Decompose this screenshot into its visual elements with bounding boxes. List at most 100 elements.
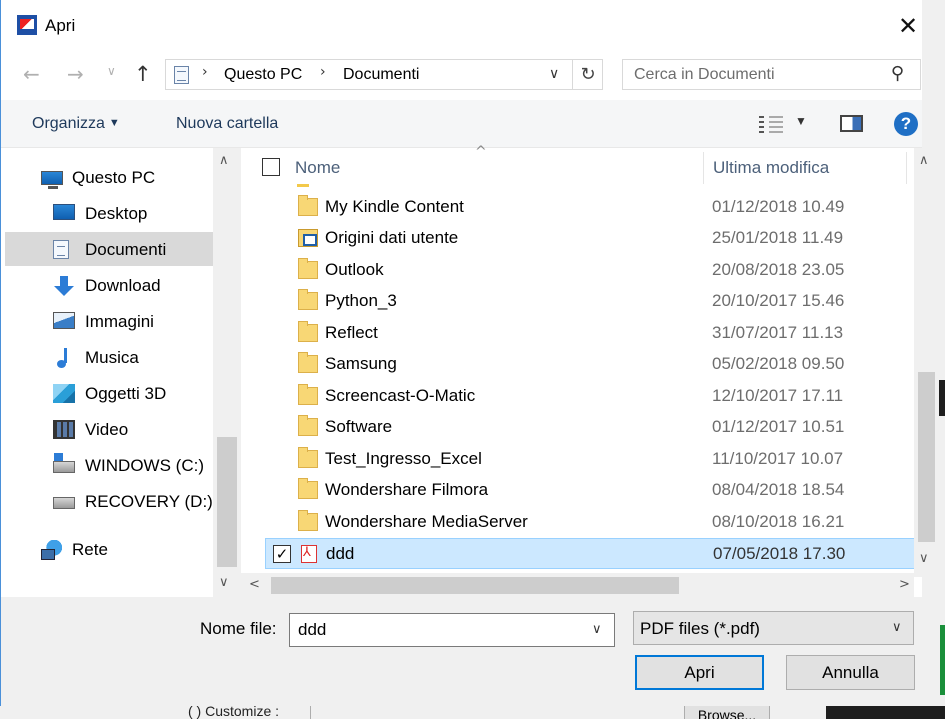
sidebar-item-documents[interactable]: Documenti [5,232,213,266]
sidebar-item-download[interactable]: Download [5,268,213,302]
scroll-right-icon[interactable]: > [899,577,910,592]
sidebar-item-this-pc[interactable]: Questo PC [5,160,213,194]
row-checkbox[interactable]: ✓ [273,545,291,563]
sidebar-scroll-thumb[interactable] [217,437,237,567]
breadcrumb-separator[interactable]: › [320,64,326,80]
horizontal-scroll-thumb[interactable] [271,577,679,594]
breadcrumb-documents[interactable]: Documenti [343,66,419,84]
chevron-down-icon[interactable]: ∨ [892,620,902,635]
file-row-reflect[interactable]: Reflect 31/07/2017 11.13 [265,318,915,349]
filetype-select[interactable]: PDF files (*.pdf) ∨ [633,611,914,645]
file-list-scroll-thumb[interactable] [918,372,935,542]
sidebar-item-desktop[interactable]: Desktop [5,196,213,230]
file-date: 07/05/2018 17.30 [713,544,846,563]
sidebar-item-label: RECOVERY (D:) [85,492,213,511]
file-name: Screencast-O-Matic [325,386,476,405]
sidebar-item-recovery-drive[interactable]: RECOVERY (D:) [5,484,213,518]
new-folder-button[interactable]: Nuova cartella [176,115,278,133]
sort-ascending-icon: ^ [475,144,487,160]
preview-pane-icon[interactable] [840,115,863,132]
select-all-checkbox[interactable] [262,158,280,176]
refresh-button[interactable]: ↻ [572,60,603,89]
background-green-strip [940,625,945,695]
recent-locations-dropdown[interactable]: ∨ [107,64,116,78]
pdf-file-icon [301,545,317,563]
sidebar-item-pictures[interactable]: Immagini [5,304,213,338]
open-dialog: Apri ✕ ← → ∨ ↑ › Questo PC › Documenti ∨… [0,0,939,706]
breadcrumb-separator[interactable]: › [202,64,208,80]
filetype-value: PDF files (*.pdf) [640,619,760,638]
cancel-button[interactable]: Annulla [786,655,915,690]
back-button[interactable]: ← [23,62,40,86]
sidebar-item-label: Desktop [85,204,148,223]
drive-icon [53,497,75,509]
close-button[interactable]: ✕ [894,13,922,41]
file-name: Samsung [325,354,397,373]
folder-icon [298,510,318,531]
column-header-date[interactable]: Ultima modifica [713,158,829,178]
search-placeholder[interactable]: Cerca in Documenti [634,66,775,84]
search-box[interactable]: Cerca in Documenti ⚲ [622,59,921,90]
scroll-left-icon[interactable]: < [249,577,260,592]
search-icon[interactable]: ⚲ [891,63,904,84]
file-date: 08/04/2018 18.54 [712,480,845,499]
scroll-up-icon[interactable]: ∧ [919,153,929,168]
scroll-down-icon[interactable]: ∨ [919,551,929,566]
sidebar-item-label: Oggetti 3D [85,384,167,403]
file-name: Python_3 [325,291,397,310]
filename-combobox[interactable]: ∨ [289,613,615,647]
chevron-down-icon[interactable]: ∨ [592,622,602,637]
organize-button[interactable]: Organizza ▼ [32,115,120,133]
computer-icon [41,171,63,189]
help-icon[interactable]: ? [894,112,918,136]
file-row-my-kindle-content[interactable]: My Kindle Content 01/12/2018 10.49 [265,192,915,223]
file-row-test-ingresso-excel[interactable]: Test_Ingresso_Excel 11/10/2017 10.07 [265,444,915,475]
column-divider[interactable] [906,152,907,184]
sidebar-item-music[interactable]: Musica [5,340,213,374]
file-list-header: Nome ^ Ultima modifica [241,144,914,186]
title-bar: Apri ✕ [1,0,922,52]
view-options-icon[interactable] [759,116,783,133]
filename-label: Nome file: [200,619,277,638]
scroll-down-icon[interactable]: ∨ [219,575,229,590]
view-options-dropdown[interactable]: ▼ [795,114,807,128]
sidebar-item-network[interactable]: Rete [5,532,213,566]
sidebar-item-3d-objects[interactable]: Oggetti 3D [5,376,213,410]
file-list-vertical-scrollbar[interactable]: ∧ ∨ [914,148,939,577]
column-divider[interactable] [703,152,704,184]
sidebar-scrollbar[interactable]: ∧ ∨ [213,148,241,597]
scroll-up-icon[interactable]: ∧ [219,153,229,168]
file-row-origini-dati-utente[interactable]: Origini dati utente 25/01/2018 11.49 [265,223,915,254]
file-list-horizontal-scrollbar[interactable]: < > [241,573,914,597]
file-row-wondershare-mediaserver[interactable]: Wondershare MediaServer 08/10/2018 16.21 [265,507,915,538]
address-dropdown-icon[interactable]: ∨ [549,66,559,82]
file-row-wondershare-filmora[interactable]: Wondershare Filmora 08/04/2018 18.54 [265,475,915,506]
sidebar-item-windows-drive[interactable]: WINDOWS (C:) [5,448,213,482]
desktop-icon [53,204,75,220]
file-row-outlook[interactable]: Outlook 20/08/2018 23.05 [265,255,915,286]
file-row-screencast-o-matic[interactable]: Screencast-O-Matic 12/10/2017 17.11 [265,381,915,412]
dialog-footer: Nome file: ∨ PDF files (*.pdf) ∨ Apri An… [1,597,922,706]
column-header-name[interactable]: Nome [295,158,340,178]
file-row-software[interactable]: Software 01/12/2017 10.51 [265,412,915,443]
sidebar-item-video[interactable]: Video [5,412,213,446]
up-button[interactable]: ↑ [134,62,152,86]
file-date: 25/01/2018 11.49 [712,228,844,247]
forward-button[interactable]: → [67,62,84,86]
file-date: 20/10/2017 15.46 [712,291,845,310]
file-row-python-3[interactable]: Python_3 20/10/2017 15.46 [265,286,915,317]
address-bar[interactable]: › Questo PC › Documenti ∨ ↻ [165,59,603,90]
sidebar-item-label: Immagini [85,312,154,331]
background-browse-button[interactable]: Browse... [684,706,770,719]
open-button[interactable]: Apri [635,655,764,690]
organize-caret-icon: ▼ [108,117,120,129]
breadcrumb-this-pc[interactable]: Questo PC [224,66,302,84]
folder-icon [298,384,318,405]
file-row-samsung[interactable]: Samsung 05/02/2018 09.50 [265,349,915,380]
sidebar-item-label: Musica [85,348,139,367]
filename-input[interactable] [298,620,578,640]
background-app-bottom: ( ) Customize : Browse... [0,706,945,719]
sidebar-item-label: Questo PC [72,168,156,187]
file-date: 12/10/2017 17.11 [712,386,844,405]
file-row-ddd[interactable]: ✓ ddd 07/05/2018 17.30 [265,538,915,569]
